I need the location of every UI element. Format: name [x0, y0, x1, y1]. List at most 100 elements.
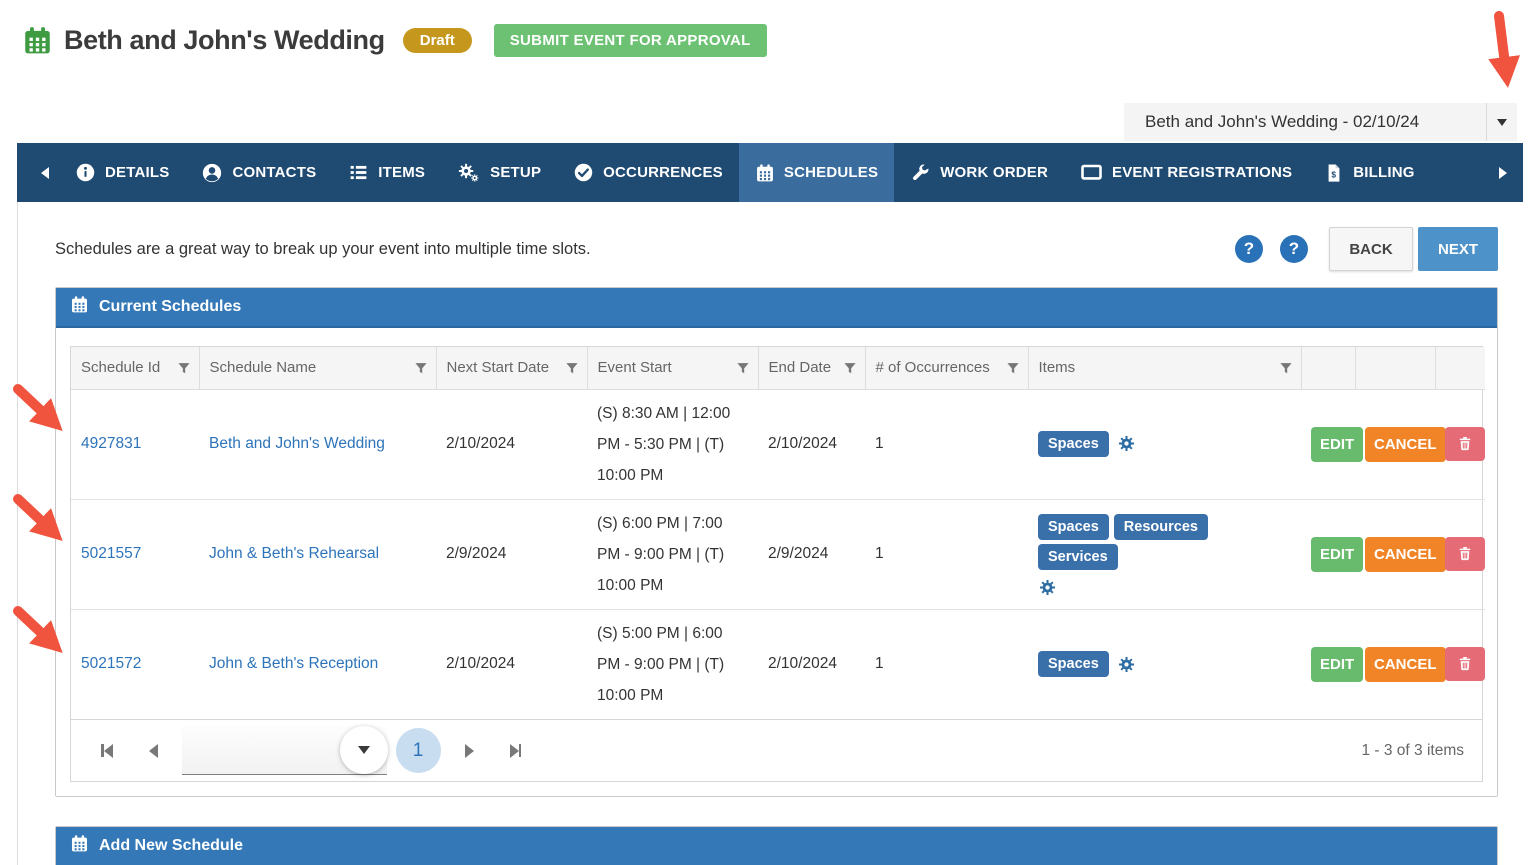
filter-icon[interactable]: [736, 361, 750, 375]
panel-header: Add New Schedule: [56, 827, 1497, 865]
next-start-date: 2/10/2024: [446, 655, 515, 672]
delete-button[interactable]: [1445, 427, 1485, 461]
item-badge[interactable]: Resources: [1114, 514, 1208, 540]
schedule-name-link[interactable]: John & Beth's Rehearsal: [209, 545, 379, 562]
end-date: 2/9/2024: [768, 545, 828, 562]
gear-icon[interactable]: [1038, 578, 1057, 597]
status-badge: Draft: [403, 28, 472, 53]
trash-icon: [1457, 441, 1473, 456]
tab-label: ITEMS: [378, 164, 425, 181]
gears-icon: [457, 161, 481, 185]
app-window: Beth and John's Wedding Draft SUBMIT EVE…: [17, 0, 1523, 865]
schedule-id-link[interactable]: 4927831: [81, 435, 141, 452]
add-new-schedule-panel: Add New Schedule: [55, 826, 1498, 865]
event-selector[interactable]: Beth and John's Wedding - 02/10/24: [1124, 103, 1517, 141]
filter-icon[interactable]: [1006, 361, 1020, 375]
help-button[interactable]: ?: [1235, 235, 1263, 263]
chevron-right-icon: [1499, 167, 1507, 179]
next-page-icon: [465, 744, 474, 758]
cancel-button[interactable]: CANCEL: [1365, 537, 1446, 572]
panel-header: Current Schedules: [56, 288, 1497, 328]
gear-icon[interactable]: [1117, 434, 1136, 453]
tab-label: WORK ORDER: [940, 164, 1048, 181]
first-page-button[interactable]: [101, 744, 113, 758]
edit-button[interactable]: EDIT: [1311, 537, 1363, 572]
screen-icon: [1080, 161, 1103, 184]
schedule-row: 5021572 John & Beth's Reception 2/10/202…: [71, 609, 1485, 719]
tab-label: EVENT REGISTRATIONS: [1112, 164, 1292, 181]
submit-event-button[interactable]: SUBMIT EVENT FOR APPROVAL: [494, 24, 767, 57]
tab-details[interactable]: DETAILS: [59, 143, 185, 202]
schedule-row: 4927831 Beth and John's Wedding 2/10/202…: [71, 389, 1485, 499]
event-selector-caret-button[interactable]: [1486, 103, 1517, 141]
table-header-row: Schedule Id Schedule Name Next Start Dat…: [71, 347, 1485, 389]
page-title: Beth and John's Wedding: [64, 25, 385, 56]
tab-setup[interactable]: SETUP: [441, 143, 557, 202]
column-schedule-id: Schedule Id: [71, 347, 199, 389]
next-page-button[interactable]: [465, 744, 474, 758]
event-start: (S) 6:00 PM | 7:00 PM - 9:00 PM | (T) 10…: [597, 515, 724, 594]
column-delete: [1435, 347, 1485, 389]
delete-button[interactable]: [1445, 537, 1485, 571]
toolbar: Schedules are a great way to break up yo…: [55, 202, 1498, 271]
calendar-icon: [70, 295, 89, 319]
filter-icon[interactable]: [1279, 361, 1293, 375]
trash-icon: [1457, 551, 1473, 566]
check-circle-icon: [573, 162, 594, 183]
filter-icon[interactable]: [177, 361, 191, 375]
tab-work-order[interactable]: WORK ORDER: [894, 143, 1064, 202]
edit-button[interactable]: EDIT: [1311, 427, 1363, 462]
current-page-indicator[interactable]: 1: [396, 728, 441, 773]
last-page-icon: [510, 744, 519, 758]
column-schedule-name: Schedule Name: [199, 347, 436, 389]
schedule-id-link[interactable]: 5021572: [81, 655, 141, 672]
tab-occurrences[interactable]: OCCURRENCES: [557, 143, 739, 202]
previous-page-icon: [149, 744, 158, 758]
filter-icon[interactable]: [414, 361, 428, 375]
event-start: (S) 5:00 PM | 6:00 PM - 9:00 PM | (T) 10…: [597, 625, 724, 704]
page-select-dropdown[interactable]: [182, 726, 387, 775]
schedule-id-link[interactable]: 5021557: [81, 545, 141, 562]
last-page-button[interactable]: [510, 744, 522, 758]
tab-contacts[interactable]: CONTACTS: [185, 143, 332, 202]
filter-icon[interactable]: [565, 361, 579, 375]
trash-icon: [1457, 661, 1473, 676]
panel-title: Add New Schedule: [99, 837, 243, 855]
delete-button[interactable]: [1445, 647, 1485, 681]
tab-label: SETUP: [490, 164, 541, 181]
chevron-down-icon: [1497, 119, 1507, 126]
gear-icon[interactable]: [1117, 655, 1136, 674]
calendar-icon: [755, 163, 775, 183]
schedule-name-link[interactable]: Beth and John's Wedding: [209, 435, 385, 452]
tab-items[interactable]: ITEMS: [332, 143, 441, 202]
item-badge[interactable]: Spaces: [1038, 514, 1109, 540]
schedule-name-link[interactable]: John & Beth's Reception: [209, 655, 378, 672]
help-button[interactable]: ?: [1280, 235, 1308, 263]
edit-button[interactable]: EDIT: [1311, 647, 1363, 682]
end-date: 2/10/2024: [768, 435, 837, 452]
svg-text:$: $: [1332, 169, 1337, 179]
info-icon: [75, 162, 96, 183]
item-badge[interactable]: Services: [1038, 544, 1118, 570]
event-start: (S) 8:30 AM | 12:00 PM - 5:30 PM | (T) 1…: [597, 405, 730, 484]
nav-scroll-right-button[interactable]: [1489, 143, 1517, 202]
dropdown-caret-button[interactable]: [340, 726, 388, 774]
tab-schedules[interactable]: SCHEDULES: [739, 143, 894, 202]
column-event-start: Event Start: [587, 347, 758, 389]
cancel-button[interactable]: CANCEL: [1365, 647, 1446, 682]
event-selector-value: Beth and John's Wedding - 02/10/24: [1124, 112, 1486, 132]
filter-icon[interactable]: [843, 361, 857, 375]
tab-event-registrations[interactable]: EVENT REGISTRATIONS: [1064, 143, 1308, 202]
item-badge[interactable]: Spaces: [1038, 431, 1109, 457]
nav-scroll-left-button[interactable]: [31, 143, 59, 202]
occurrence-count: 1: [875, 435, 884, 452]
tab-label: SCHEDULES: [784, 164, 878, 181]
next-button[interactable]: NEXT: [1418, 227, 1498, 271]
column-cancel: [1355, 347, 1435, 389]
tab-billing[interactable]: $ BILLING: [1308, 143, 1430, 202]
cancel-button[interactable]: CANCEL: [1365, 427, 1446, 462]
item-badge[interactable]: Spaces: [1038, 651, 1109, 677]
back-button[interactable]: BACK: [1329, 227, 1413, 271]
previous-page-button[interactable]: [149, 744, 158, 758]
event-calendar-icon: [22, 25, 53, 56]
